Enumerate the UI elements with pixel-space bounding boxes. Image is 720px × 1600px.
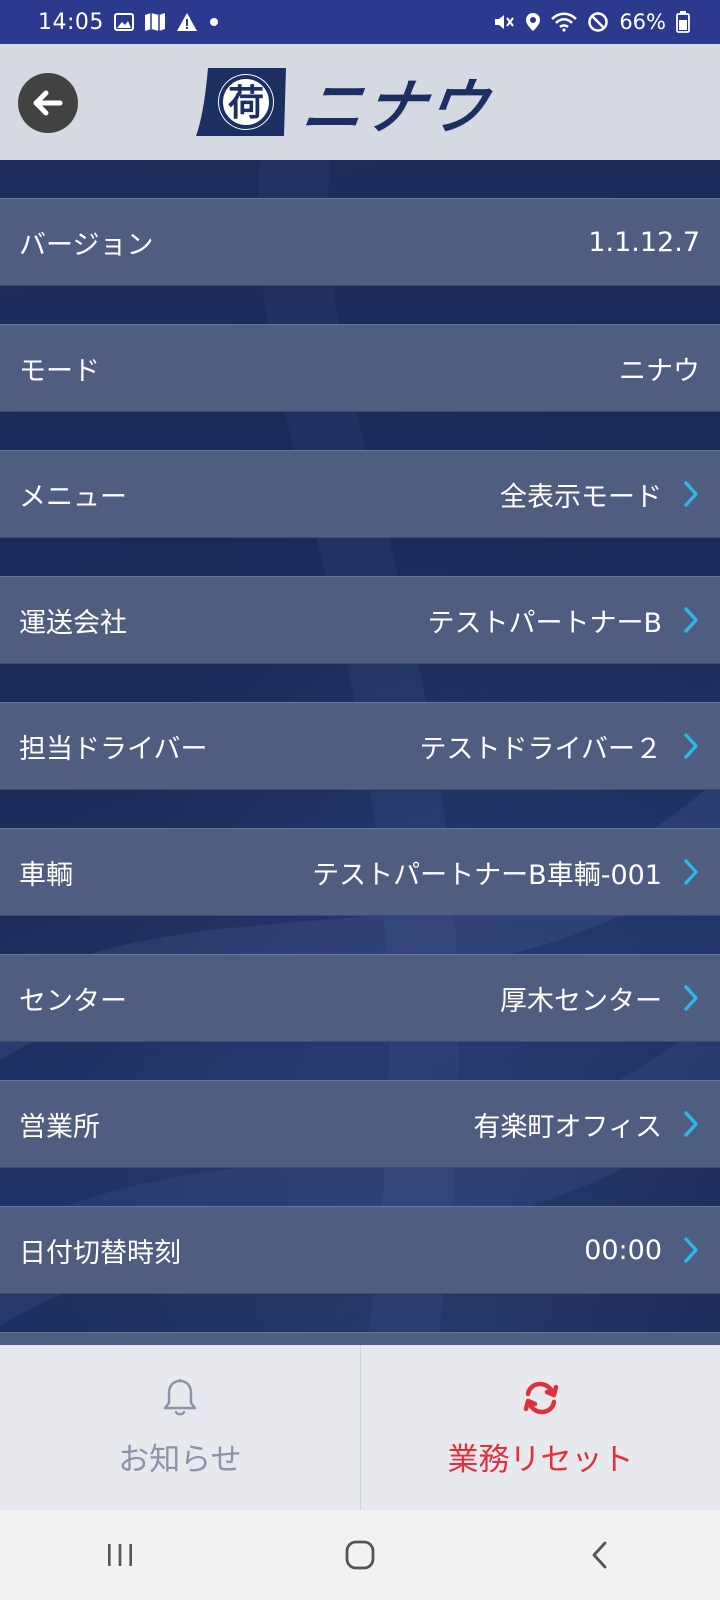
row-label: センター [19,985,127,1017]
app-logo: 荷 ニナウ [194,62,528,143]
back-arrow-icon [31,86,65,120]
mute-icon [493,10,515,34]
row-value: 厚木センター [500,985,662,1017]
settings-row-driver[interactable]: 担当ドライバー テストドライバー２ [0,702,720,790]
map-icon [144,10,166,34]
block-icon [587,10,609,34]
status-time: 14:05 [38,9,104,35]
row-value: ニナウ [619,355,700,387]
battery-percent: 66% [619,10,666,34]
alert-icon [176,10,198,34]
refresh-icon [523,1376,559,1420]
settings-row-center[interactable]: センター 厚木センター [0,954,720,1042]
row-value: テストドライバー２ [419,733,662,765]
status-bar: 14:05 66% [0,0,720,44]
back-chevron-icon [589,1539,611,1571]
row-label: 営業所 [19,1111,100,1143]
chevron-right-icon [662,1207,720,1293]
status-right: 66% [493,10,690,34]
logo-emblem-char: 荷 [228,83,264,124]
reset-work-button[interactable]: 業務リセット [360,1345,720,1510]
notice-label: お知らせ [118,1442,242,1478]
settings-row-carrier[interactable]: 運送会社 テストパートナーB [0,576,720,664]
settings-list: バージョン 1.1.12.7 モード ニナウ メニュー 全表示モード 運送会社 … [0,160,720,1345]
status-left: 14:05 [38,10,220,35]
recent-apps-icon [105,1542,135,1568]
chevron-right-icon [662,451,720,537]
chevron-right-icon [662,577,720,663]
bell-icon [162,1376,198,1420]
chevron-right-icon [662,703,720,789]
settings-row-menu[interactable]: メニュー 全表示モード [0,450,720,538]
row-label: メニュー [19,481,127,513]
chevron-right-icon [662,829,720,915]
row-value: 1.1.12.7 [588,226,700,258]
home-button[interactable] [320,1525,400,1585]
location-icon [525,10,541,34]
app-header: 荷 ニナウ [0,44,720,160]
settings-row-mode: モード ニナウ [0,324,720,412]
dot-icon [208,10,220,34]
back-nav-button[interactable] [560,1525,640,1585]
settings-row-date-switch-time[interactable]: 日付切替時刻 00:00 [0,1206,720,1294]
row-label: バージョン [19,229,154,261]
row-value: 全表示モード [500,481,662,513]
row-value: テストパートナーB車輌-001 [312,859,662,891]
row-value: 有楽町オフィス [473,1111,662,1143]
row-label: 日付切替時刻 [19,1237,181,1269]
recent-apps-button[interactable] [80,1525,160,1585]
row-value: テストパートナーB [427,607,662,639]
chevron-right-icon [662,1081,720,1167]
row-value: 00:00 [584,1234,662,1266]
logo-text: ニナウ [298,72,495,143]
settings-row-vehicle[interactable]: 車輌 テストパートナーB車輌-001 [0,828,720,916]
reset-work-label: 業務リセット [447,1442,634,1478]
home-icon [344,1539,376,1571]
wifi-icon [551,10,578,34]
battery-icon [676,10,690,34]
row-label: 運送会社 [19,607,127,639]
settings-row-partial [0,1332,720,1345]
notice-button[interactable]: お知らせ [0,1345,360,1510]
row-label: 担当ドライバー [19,733,208,765]
logo-emblem-icon: 荷 [196,68,286,136]
row-label: 車輌 [19,859,73,891]
settings-row-office[interactable]: 営業所 有楽町オフィス [0,1080,720,1168]
chevron-right-icon [662,955,720,1041]
system-nav-bar [0,1510,720,1600]
settings-row-version: バージョン 1.1.12.7 [0,198,720,286]
row-label: モード [19,355,100,387]
gallery-icon [113,10,134,34]
back-button[interactable] [18,73,78,133]
bottom-action-bar: お知らせ 業務リセット [0,1345,720,1510]
